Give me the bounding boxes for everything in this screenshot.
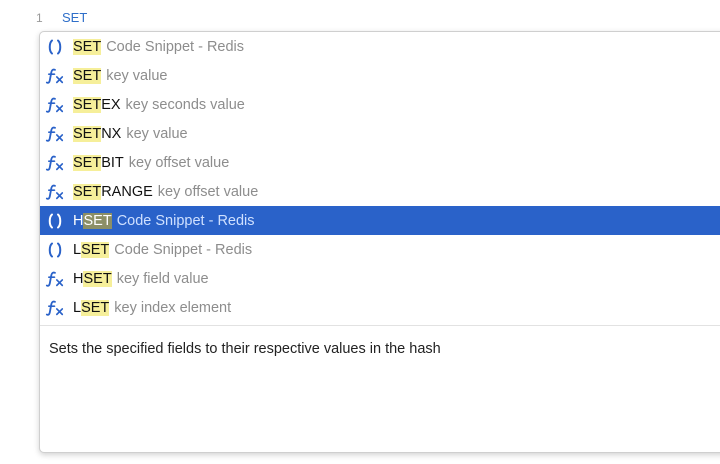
suggestion-name: SET (73, 38, 102, 55)
suggestion-detail: key value (126, 125, 188, 142)
suggestion-item[interactable]: SET Code Snippet - Redis (40, 32, 720, 61)
suggestion-detail: key field value (116, 270, 209, 287)
name-suffix: RANGE (101, 183, 153, 200)
suggestion-detail: key value (106, 67, 168, 84)
name-prefix: L (73, 299, 82, 316)
suggestion-name: SETNX (73, 125, 122, 142)
function-icon (45, 182, 65, 202)
suggestion-item[interactable]: SETNX key value (40, 119, 720, 148)
suggestion-name: SETRANGE (73, 183, 153, 200)
name-prefix: L (73, 241, 82, 258)
snippet-icon (45, 211, 65, 231)
suggestion-item[interactable]: LSET key index element (40, 293, 720, 322)
match-highlight: SET (73, 183, 102, 200)
suggestion-item[interactable]: SETRANGE key offset value (40, 177, 720, 206)
suggestion-detail: Code Snippet - Redis (114, 241, 253, 258)
suggestion-item[interactable]: HSET key field value (40, 264, 720, 293)
suggestion-item[interactable]: SET key value (40, 61, 720, 90)
match-highlight: SET (81, 299, 110, 316)
autocomplete-popup: SET Code Snippet - Redis SET key value SETEX… (39, 31, 720, 453)
match-highlight: SET (73, 125, 102, 142)
suggestion-detail: Code Snippet - Redis (106, 38, 245, 55)
suggestion-detail: key index element (114, 299, 232, 316)
suggestion-name: HSET (73, 270, 112, 287)
documentation-panel: Sets the specified fields to their respe… (49, 341, 441, 357)
suggestion-name: LSET (73, 299, 110, 316)
name-suffix: NX (101, 125, 122, 142)
suggestion-item[interactable]: SETBIT key offset value (40, 148, 720, 177)
suggestion-name: LSET (73, 241, 110, 258)
match-highlight: SET (73, 38, 102, 55)
suggestion-item[interactable]: HSET Code Snippet - Redis (40, 206, 720, 235)
suggestion-name: SET (73, 67, 102, 84)
suggestion-detail: key seconds value (125, 96, 245, 113)
name-suffix: EX (101, 96, 121, 113)
name-prefix: H (73, 270, 84, 287)
suggestion-detail: key offset value (128, 154, 230, 171)
suggestion-name: SETBIT (73, 154, 124, 171)
suggestion-item[interactable]: LSET Code Snippet - Redis (40, 235, 720, 264)
snippet-icon (45, 240, 65, 260)
line-number: 1 (36, 11, 43, 25)
match-highlight: SET (83, 270, 112, 287)
suggestion-item[interactable]: SETEX key seconds value (40, 90, 720, 119)
function-icon (45, 153, 65, 173)
suggestion-name: SETEX (73, 96, 121, 113)
function-icon (45, 95, 65, 115)
snippet-icon (45, 37, 65, 57)
suggestion-detail: key offset value (157, 183, 259, 200)
name-prefix: H (73, 212, 84, 229)
match-highlight: SET (83, 212, 112, 229)
function-icon (45, 124, 65, 144)
match-highlight: SET (81, 241, 110, 258)
name-suffix: BIT (101, 154, 124, 171)
function-icon (45, 298, 65, 318)
editor-text[interactable]: SET (62, 10, 87, 25)
function-icon (45, 66, 65, 86)
editor-line[interactable]: 1 SET (0, 0, 720, 30)
match-highlight: SET (73, 96, 102, 113)
suggestion-list: SET Code Snippet - Redis SET key value SETEX… (40, 32, 720, 322)
function-icon (45, 269, 65, 289)
suggestion-name: HSET (73, 212, 112, 229)
divider (40, 325, 720, 326)
suggestion-detail: Code Snippet - Redis (116, 212, 255, 229)
match-highlight: SET (73, 67, 102, 84)
match-highlight: SET (73, 154, 102, 171)
